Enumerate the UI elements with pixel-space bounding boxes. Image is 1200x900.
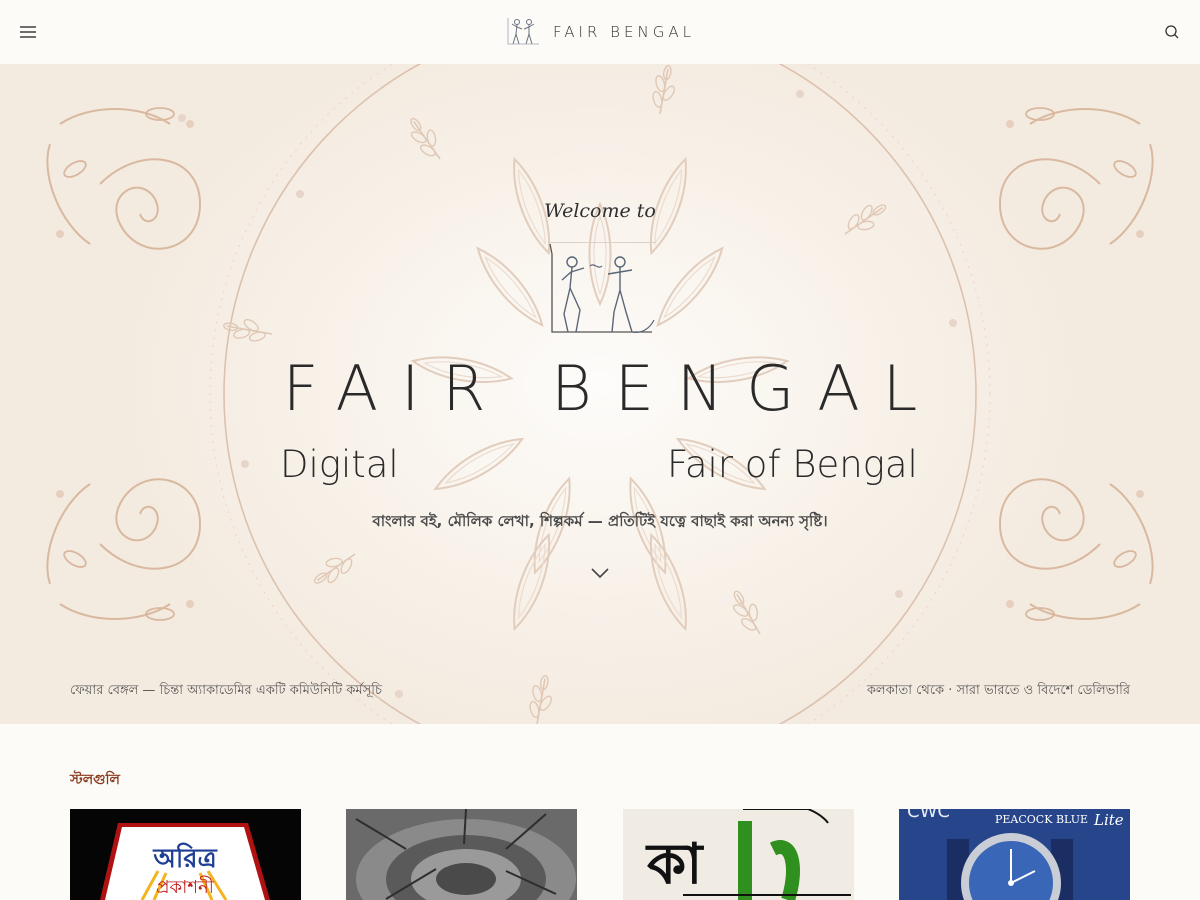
search-button[interactable] (1162, 22, 1182, 42)
stall-card[interactable]: কা (623, 809, 854, 900)
tagline-left: Digital (280, 443, 399, 486)
welcome-text: Welcome to (544, 200, 656, 222)
hero-content: Welcome to FAIR BENGAL Digital Fair of B… (0, 64, 1200, 724)
hamburger-menu-icon (20, 26, 36, 38)
hero-title: FAIR BENGAL (282, 352, 941, 425)
hero-footer-right: কলকাতা থেকে · সারা ভারতে ও বিদেশে ডেলিভা… (866, 683, 1130, 698)
stall-thumbnail (346, 809, 577, 900)
stall-badge-text: Lite (1093, 811, 1124, 829)
dancing-figures-logo-icon (549, 244, 655, 333)
brand-name: FAIR BENGAL (553, 23, 695, 41)
chevron-down-icon (591, 568, 609, 579)
stall-card[interactable]: CWC PEACOCK BLUE Lite (899, 809, 1130, 900)
hero-banner: Welcome to FAIR BENGAL Digital Fair of B… (0, 64, 1200, 724)
menu-button[interactable] (18, 22, 38, 42)
site-header: FAIR BENGAL (0, 0, 1200, 64)
scroll-down-button[interactable] (588, 562, 612, 584)
stall-thumbnail: কা (623, 809, 854, 900)
stall-thumbnail: অরিত্র প্রকাশনী (70, 809, 301, 900)
search-icon (1165, 25, 1179, 39)
tagline-right: Fair of Bengal (667, 443, 918, 486)
stall-logo-text: অরিত্র (152, 842, 217, 874)
dancing-figures-logo-icon (507, 18, 540, 45)
stall-card[interactable]: অরিত্র প্রকাশনী (70, 809, 301, 900)
stall-product-text: PEACOCK BLUE (995, 813, 1088, 826)
stall-card[interactable] (346, 809, 577, 900)
stall-brand-text: CWC (907, 809, 950, 822)
stalls-heading: স্টলগুলি (70, 772, 120, 788)
stall-logo-text: কা (645, 832, 704, 897)
brand-link[interactable]: FAIR BENGAL (505, 16, 695, 48)
stall-logo-subtext: প্রকাশনী (156, 876, 215, 898)
stall-thumbnail: CWC PEACOCK BLUE Lite (899, 809, 1130, 900)
hero-subtitle: বাংলার বই, মৌলিক লেখা, শিল্পকর্ম — প্রতি… (372, 512, 828, 530)
welcome-divider (550, 242, 656, 243)
hero-footer-left: ফেয়ার বেঙ্গল — চিন্তা অ্যাকাডেমির একটি … (70, 683, 382, 698)
